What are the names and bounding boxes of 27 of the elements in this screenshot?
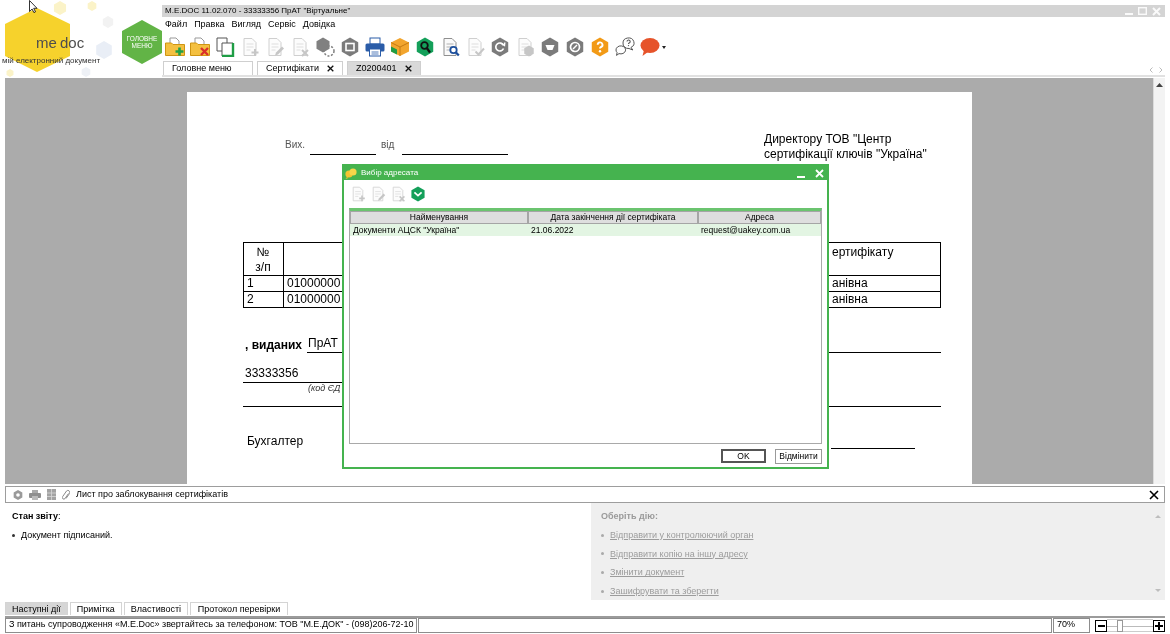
cell-text: 2 xyxy=(247,292,254,306)
status-message: З питань супроводження «M.E.Doc» звертайтесь за телефоном: ТОВ "М.Е.ДОК" - (098)206-72-10 xyxy=(5,618,418,633)
cell-text: Документи АЦСК "Україна" xyxy=(352,225,461,235)
status-heading: Стан звіту: xyxy=(12,511,61,522)
field-caption: (код ЄД xyxy=(308,383,341,394)
field-label: Бухгалтер xyxy=(247,434,304,449)
field-label: , виданих xyxy=(244,338,302,353)
cell-text: 01000000 xyxy=(287,292,341,306)
status-text: Документ підписаний. xyxy=(21,529,113,541)
cell-text: анівна xyxy=(832,276,868,290)
zoom-reading: 70% xyxy=(1053,618,1090,633)
cell-text: 1 xyxy=(247,276,254,290)
addressee-text: Директору ТОВ "Центр сертифікації ключів "Україна" xyxy=(764,132,928,162)
logo-text: me xyxy=(36,34,57,51)
cell-text: 01000000 xyxy=(287,276,341,290)
field-label: Вих. xyxy=(285,138,306,152)
cell-text: 21.06.2022 xyxy=(530,225,575,235)
column-header: ертифікату xyxy=(832,245,894,259)
field-label: від xyxy=(381,138,395,152)
column-header: № з/п xyxy=(254,245,272,275)
panel-title: Лист про заблокування сертифікатів xyxy=(76,489,229,500)
actions-heading: Оберіть дію: xyxy=(601,511,658,522)
window-title: M.E.DOC 11.02.070 - 33333356 ПрАТ "Віртуальне" xyxy=(165,6,352,16)
cell-text: анівна xyxy=(832,292,868,306)
cell-text: request@uakey.com.ua xyxy=(700,225,792,235)
dialog-title: Вибір адресата xyxy=(361,168,420,178)
logo-tagline: мій електронний документ xyxy=(2,56,101,65)
